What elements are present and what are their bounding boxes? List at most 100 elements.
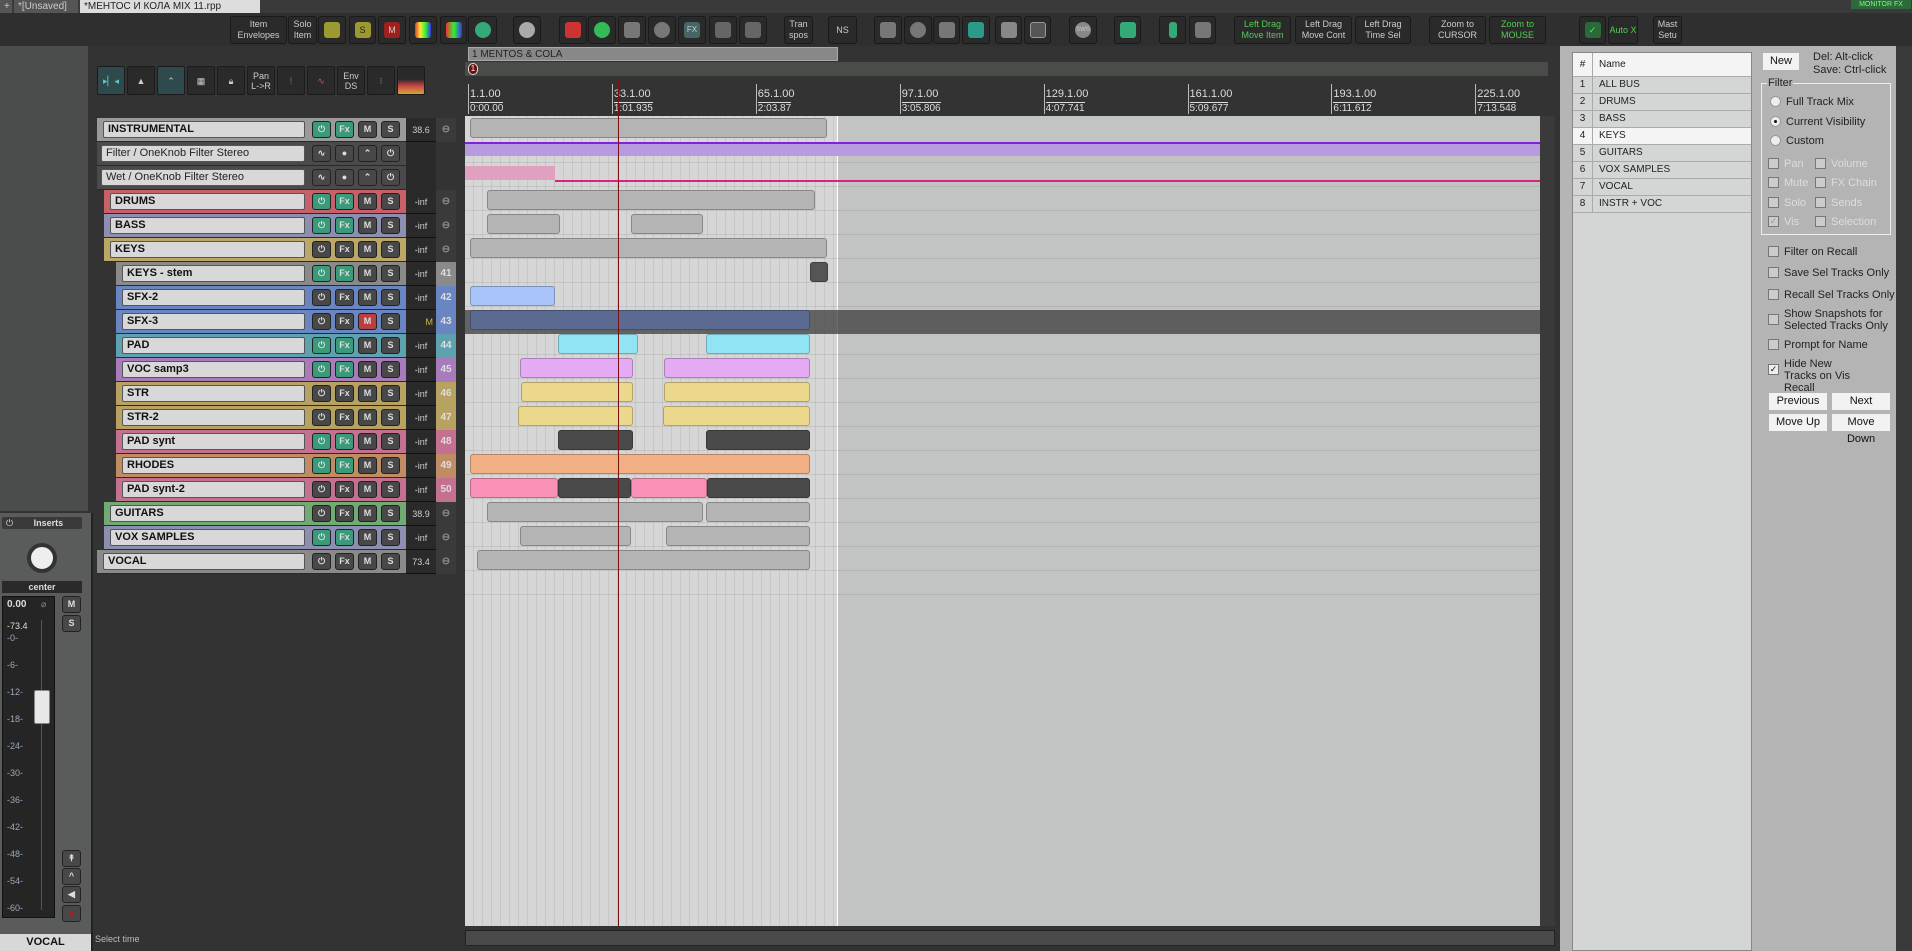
- current-visibility-radio[interactable]: Current Visibility: [1770, 116, 1865, 128]
- ripple-button[interactable]: ▸▏◂: [97, 66, 125, 95]
- solo-button[interactable]: S: [381, 409, 400, 426]
- fx-bypass-button[interactable]: ⏻: [312, 121, 331, 138]
- fx-button[interactable]: Fx: [335, 553, 354, 570]
- track-volume-meter[interactable]: M: [406, 310, 436, 334]
- media-item[interactable]: [558, 334, 638, 354]
- media-item[interactable]: [666, 526, 810, 546]
- track-name[interactable]: PAD synt-2: [122, 481, 305, 498]
- envelope-fader[interactable]: [406, 166, 436, 190]
- mute-button[interactable]: M: [358, 265, 377, 282]
- envelope-arm-button[interactable]: ⌃: [358, 169, 377, 186]
- solo-button[interactable]: S: [381, 553, 400, 570]
- track-volume-meter[interactable]: -inf: [406, 286, 436, 310]
- solo-button[interactable]: S: [381, 481, 400, 498]
- track-lane[interactable]: [465, 163, 1540, 187]
- track-row[interactable]: RHODES ⏻ Fx M S -inf 49: [116, 454, 456, 478]
- media-item[interactable]: [518, 406, 633, 426]
- track-lane[interactable]: [465, 211, 1540, 235]
- track-name[interactable]: SFX-3: [122, 313, 305, 330]
- mute-checkbox[interactable]: Mute: [1768, 177, 1808, 189]
- monitor-button[interactable]: ◀: [62, 886, 81, 903]
- track-name[interactable]: PAD synt: [122, 433, 305, 450]
- envelope-shape-button[interactable]: ∿: [312, 145, 331, 162]
- volume-checkbox[interactable]: Volume: [1815, 158, 1868, 170]
- media-item[interactable]: [487, 214, 560, 234]
- ns-button[interactable]: NS: [828, 16, 857, 44]
- media-item[interactable]: [558, 430, 633, 450]
- solo-button[interactable]: S: [381, 217, 400, 234]
- recall-sel-tracks-checkbox[interactable]: Recall Sel Tracks Only: [1768, 289, 1895, 301]
- folder-collapse-icon[interactable]: ⊖: [436, 190, 456, 214]
- track-row[interactable]: VOCAL ⏻ Fx M S 73.4 ⊖: [97, 550, 456, 574]
- track-row[interactable]: PAD ⏻ Fx M S -inf 44: [116, 334, 456, 358]
- solo-button[interactable]: S: [381, 385, 400, 402]
- track-row[interactable]: SFX-3 ⏻ Fx M S M 43: [116, 310, 456, 334]
- track-volume-meter[interactable]: 38.6: [406, 118, 436, 142]
- show-button[interactable]: [588, 16, 616, 44]
- marker-button[interactable]: [1159, 16, 1186, 44]
- track-volume-meter[interactable]: -inf: [406, 406, 436, 430]
- tab-project[interactable]: *МЕНТОС И КОЛА MIX 11.rpp: [80, 0, 260, 13]
- mute-button[interactable]: M: [358, 529, 377, 546]
- inserts-bar[interactable]: ⏻ Inserts: [2, 517, 82, 529]
- transient-button[interactable]: ⁝: [367, 66, 395, 95]
- track-lane[interactable]: [465, 571, 1540, 595]
- left-drag-move-cont-button[interactable]: Left Drag Move Cont: [1295, 16, 1352, 44]
- power-button[interactable]: ⏻: [381, 169, 400, 186]
- snapshot-row[interactable]: 5 GUITARS: [1573, 145, 1751, 162]
- mute-button[interactable]: M: [358, 121, 377, 138]
- solo-button[interactable]: S: [381, 361, 400, 378]
- envelope-lane[interactable]: Filter / OneKnob Filter Stereo ∿ ● ⌃ ⏻: [97, 142, 436, 166]
- media-item[interactable]: [707, 478, 810, 498]
- track-name[interactable]: Wet / OneKnob Filter Stereo: [101, 169, 305, 186]
- solo-checkbox[interactable]: Solo: [1768, 197, 1806, 209]
- filter-on-recall-checkbox[interactable]: Filter on Recall: [1768, 246, 1857, 258]
- track-volume-meter[interactable]: -inf: [406, 382, 436, 406]
- fx-button[interactable]: Fx: [335, 217, 354, 234]
- track-row[interactable]: VOC samp3 ⏻ Fx M S -inf 45: [116, 358, 456, 382]
- prompt-name-checkbox[interactable]: Prompt for Name: [1768, 339, 1868, 351]
- media-item[interactable]: [663, 406, 810, 426]
- fx-button[interactable]: Fx: [335, 385, 354, 402]
- mute-button[interactable]: M: [358, 313, 377, 330]
- spectral-button[interactable]: [397, 66, 425, 95]
- media-item[interactable]: [558, 478, 631, 498]
- fx-button[interactable]: FX: [678, 16, 706, 44]
- left-drag-time-sel-button[interactable]: Left Drag Time Sel: [1355, 16, 1411, 44]
- fx-bypass-button[interactable]: ⏻: [312, 529, 331, 546]
- fx-button[interactable]: Fx: [335, 313, 354, 330]
- track-name[interactable]: KEYS: [110, 241, 305, 258]
- snapshot-row[interactable]: 6 VOX SAMPLES: [1573, 162, 1751, 179]
- envelope-arm-button[interactable]: ⌃: [358, 145, 377, 162]
- mixer-track-name[interactable]: VOCAL: [0, 934, 91, 951]
- hide-new-tracks-checkbox[interactable]: ✓ Hide New Tracks on Vis Recall: [1768, 358, 1863, 394]
- mute-button[interactable]: M: [378, 16, 406, 44]
- fx-bypass-button[interactable]: ⏻: [312, 553, 331, 570]
- mute-button[interactable]: M: [358, 481, 377, 498]
- solo-defeat-button[interactable]: [318, 16, 346, 44]
- master-setup-button[interactable]: Mast Setu: [1653, 16, 1682, 44]
- volume-fader-handle[interactable]: [34, 690, 50, 724]
- track-row[interactable]: STR ⏻ Fx M S -inf 46: [116, 382, 456, 406]
- pan-value[interactable]: center: [2, 581, 82, 593]
- track-row[interactable]: PAD synt-2 ⏻ Fx M S -inf 50: [116, 478, 456, 502]
- media-item[interactable]: [487, 190, 815, 210]
- mute-button[interactable]: M: [358, 433, 377, 450]
- selection-checkbox[interactable]: Selection: [1815, 216, 1876, 228]
- pan-law-button[interactable]: ▲: [127, 66, 155, 95]
- fx-button[interactable]: Fx: [335, 193, 354, 210]
- snapshot-row[interactable]: 3 BASS: [1573, 111, 1751, 128]
- track-volume-meter[interactable]: -inf: [406, 238, 436, 262]
- fx-button[interactable]: Fx: [335, 481, 354, 498]
- track-name[interactable]: GUITARS: [110, 505, 305, 522]
- volume-meter[interactable]: 0.00 ⌀ -73.4 -0- -6- -12- -18- -24- -30- -36- -…: [2, 596, 55, 918]
- full-track-mix-radio[interactable]: Full Track Mix: [1770, 96, 1854, 108]
- marker-list-button[interactable]: [1189, 16, 1216, 44]
- track-row[interactable]: VOX SAMPLES ⏻ Fx M S -inf ⊖: [104, 526, 456, 550]
- fx-bypass-button[interactable]: ⏻: [312, 313, 331, 330]
- track-name[interactable]: RHODES: [122, 457, 305, 474]
- marker-lane[interactable]: [465, 62, 1548, 76]
- mute-button[interactable]: M: [358, 457, 377, 474]
- fx-chain-checkbox[interactable]: FX Chain: [1815, 177, 1877, 189]
- vis-checkbox[interactable]: ✓ Vis: [1768, 216, 1799, 228]
